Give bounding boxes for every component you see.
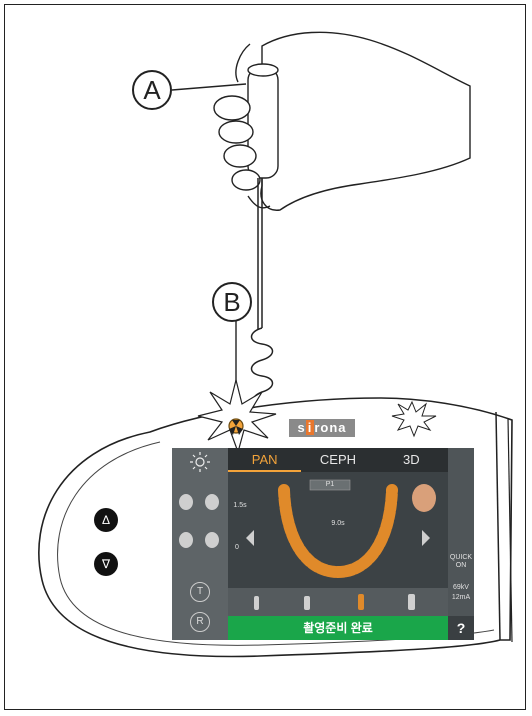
small-value: 1.5s [233, 502, 247, 509]
brand-logo: s i rona [289, 419, 355, 437]
tab-3d[interactable]: 3D [375, 448, 448, 472]
tab-ceph[interactable]: CEPH [301, 448, 374, 472]
touch-screen: T R PAN CEPH 3D P1 1.5s 9.0s 0 촬영준비 완료 Q… [172, 448, 474, 640]
coiled-cable [250, 178, 274, 409]
leader-a [171, 83, 247, 91]
figure-icon-3 [358, 594, 364, 610]
right-control-column: QUICK ON 69kV 12mA [448, 448, 474, 640]
r-button[interactable]: R [190, 612, 210, 632]
light-icon [190, 452, 210, 472]
top-value: P1 [325, 481, 335, 488]
hand-illustration [213, 31, 471, 211]
ma-value: 12mA [451, 594, 471, 601]
mid-value: 9.0s [331, 520, 345, 527]
zero-value: 0 [235, 544, 239, 551]
left-control-column: T R [172, 448, 228, 640]
t-button[interactable]: T [190, 582, 210, 602]
status-bar: 촬영준비 완료 [228, 616, 448, 640]
figure-icon-2 [304, 596, 310, 610]
label-a-badge: A [132, 70, 172, 110]
help-button[interactable]: ? [448, 616, 474, 640]
figure-icon-1 [254, 596, 259, 610]
quick-on-label[interactable]: QUICK ON [449, 554, 473, 570]
tab-pan[interactable]: PAN [228, 448, 302, 472]
figure-icon-4 [408, 594, 415, 610]
mode-tabs: PAN CEPH 3D [228, 448, 448, 472]
jaw-illustration [246, 479, 436, 579]
label-b-badge: B [212, 282, 252, 322]
head-position-icons [179, 494, 219, 548]
arrow-right-icon [422, 530, 430, 546]
arrow-left-icon [246, 530, 254, 546]
kv-value: 69kV [453, 584, 469, 591]
figure-selector-icons [254, 594, 415, 610]
down-button[interactable]: ∇ [94, 552, 118, 576]
patient-head-icon [412, 484, 436, 512]
up-button[interactable]: Δ [94, 508, 118, 532]
preview-area: P1 1.5s 9.0s 0 [228, 472, 448, 588]
